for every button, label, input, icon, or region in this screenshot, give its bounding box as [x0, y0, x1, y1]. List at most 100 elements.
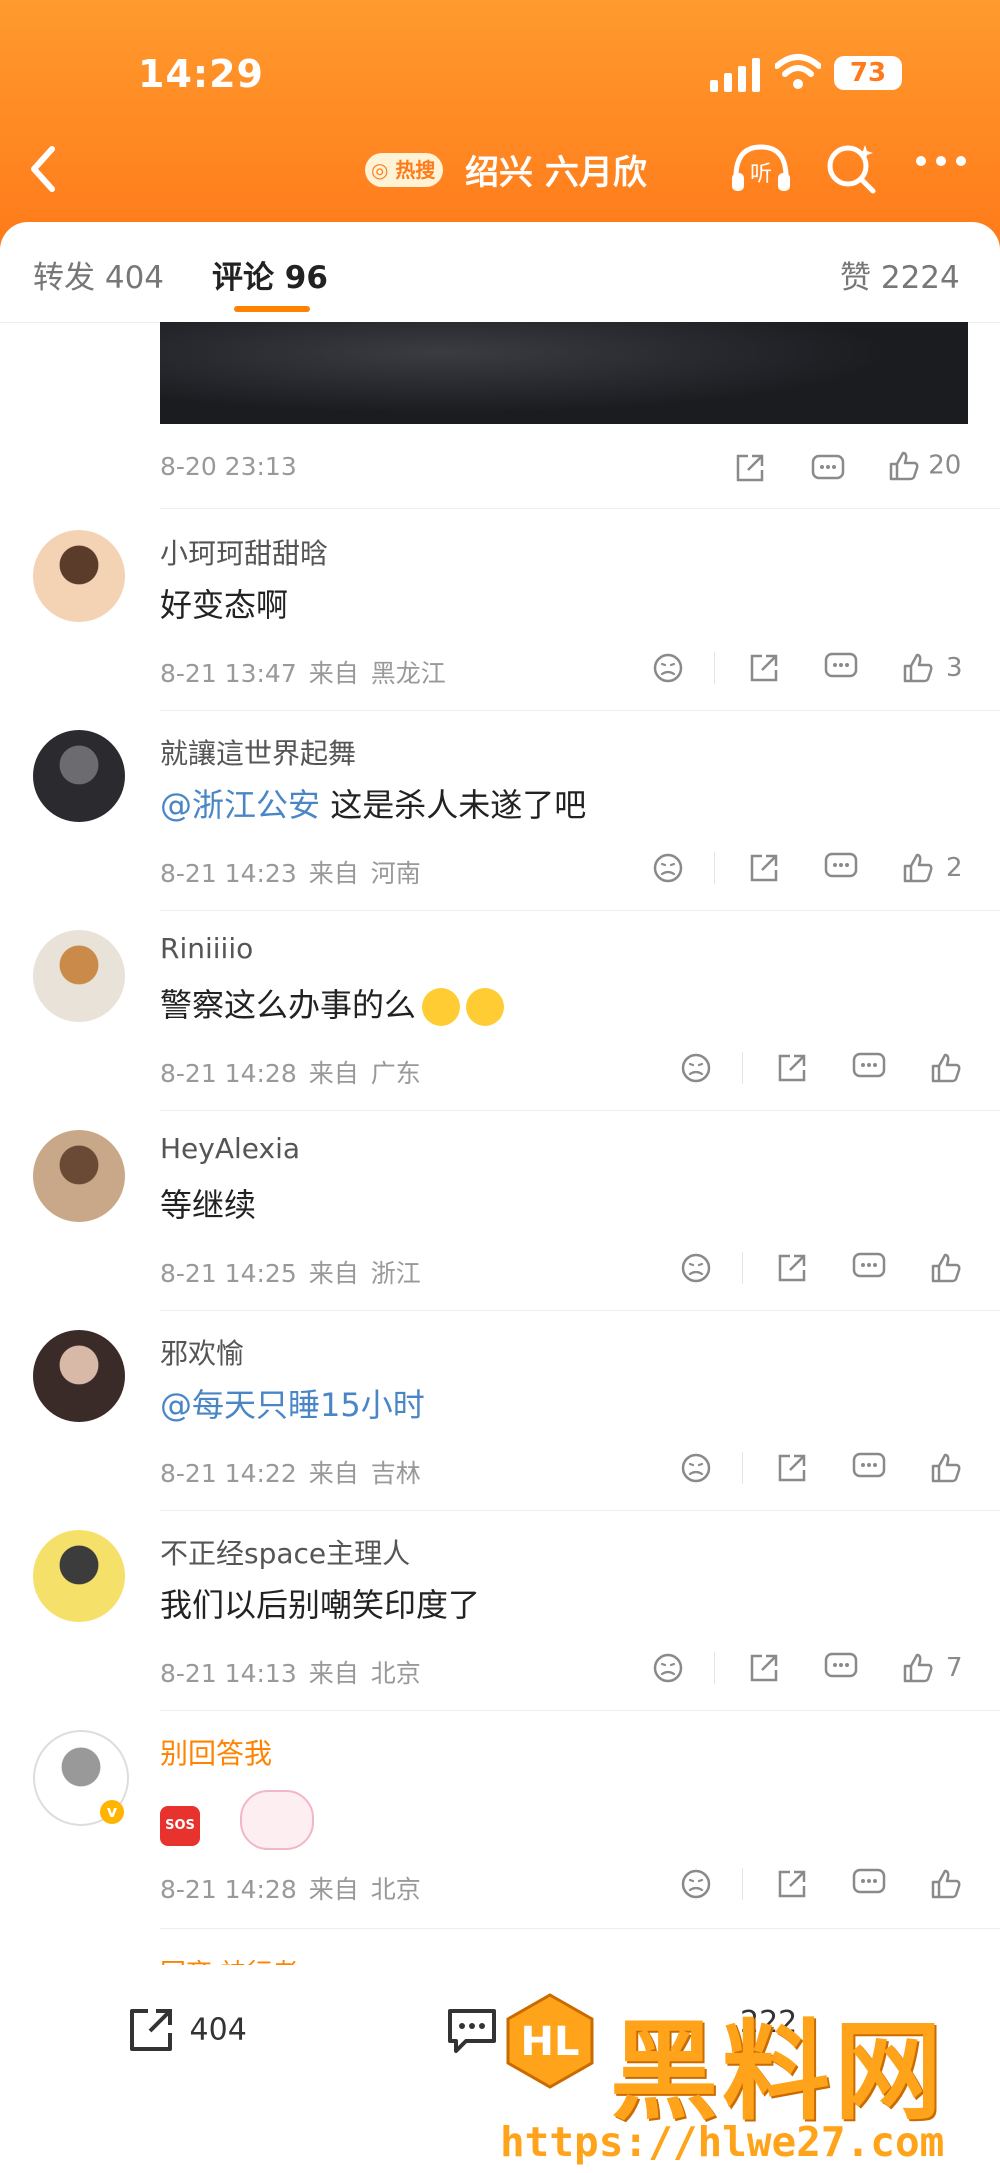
comment-username[interactable]: HeyAlexia	[160, 1132, 300, 1165]
comment-time: 8-21 14:13	[160, 1659, 297, 1688]
dislike-icon[interactable]	[680, 1452, 712, 1491]
share-icon[interactable]	[748, 852, 780, 891]
like-button[interactable]: 7	[902, 1652, 963, 1684]
comment-from: 来自	[308, 1459, 359, 1488]
comment-icon[interactable]	[852, 1452, 886, 1489]
dislike-icon[interactable]	[652, 652, 684, 691]
share-icon[interactable]	[734, 452, 766, 484]
comment-icon[interactable]	[824, 1652, 858, 1689]
like-count: 7	[946, 1652, 963, 1683]
comment-time: 8-21 14:28	[160, 1059, 297, 1088]
mention-link[interactable]: @每天只睡15小时	[160, 1386, 425, 1424]
like-count: 2	[946, 852, 963, 883]
watermark-logo-icon: HL	[506, 1993, 594, 2089]
comment-item[interactable]: 小珂珂甜甜晗 好变态啊 8-21 13:47 来自 黑龙江 3	[0, 530, 1000, 730]
search-button[interactable]	[825, 141, 879, 199]
comment-icon[interactable]	[852, 1052, 886, 1089]
status-time: 14:29	[138, 52, 264, 96]
magnifier-icon	[827, 145, 876, 194]
comment-meta: 8-21 14:22 来自 吉林	[160, 1454, 421, 1490]
watermark-url: https://hlwe27.com	[500, 2118, 945, 2166]
signal-icon	[710, 58, 760, 92]
nav-bar: ◎ 热搜 绍兴 六月欣 听	[0, 135, 1000, 205]
status-bar: 14:29 73	[0, 40, 1000, 100]
like-button[interactable]	[930, 1052, 962, 1084]
action-separator	[742, 1052, 743, 1084]
comment-username[interactable]: 就讓這世界起舞	[160, 732, 356, 772]
tab-comment[interactable]: 评论 96	[212, 252, 328, 297]
comment-meta: 8-21 14:25 来自 浙江	[160, 1254, 421, 1290]
avatar[interactable]	[33, 730, 125, 822]
share-icon[interactable]	[748, 1652, 780, 1691]
comment-body: 等继续	[160, 1186, 257, 1224]
action-separator	[714, 652, 715, 684]
comment-username[interactable]: 不正经space主理人	[160, 1532, 410, 1572]
share-icon[interactable]	[748, 652, 780, 691]
share-icon[interactable]	[776, 1252, 808, 1291]
share-icon[interactable]	[776, 1868, 808, 1907]
comment-icon[interactable]	[811, 454, 845, 484]
comment-icon[interactable]	[824, 852, 858, 889]
comment-item[interactable]: HeyAlexia 等继续 8-21 14:25 来自 浙江	[0, 1130, 1000, 1330]
post-like-count: 20	[928, 450, 962, 481]
battery-indicator: 73	[834, 56, 902, 90]
comment-item[interactable]: 邪欢愉 @每天只睡15小时 8-21 14:22 来自 吉林	[0, 1330, 1000, 1530]
comment-from: 来自	[308, 1659, 359, 1688]
like-button[interactable]	[930, 1868, 962, 1900]
comment-loc: 浙江	[370, 1259, 421, 1288]
comment-time: 8-21 14:22	[160, 1459, 297, 1488]
avatar[interactable]	[33, 1130, 125, 1222]
tab-repost[interactable]: 转发 404	[33, 252, 164, 297]
comment-item[interactable]: 不正经space主理人 我们以后别嘲笑印度了 8-21 14:13 来自 北京 7	[0, 1530, 1000, 1730]
comment-item[interactable]: Riniiiio 警察这么办事的么 8-21 14:28 来自 广东	[0, 930, 1000, 1130]
post-like-button[interactable]: 20	[888, 450, 961, 482]
divider	[160, 1928, 1000, 1929]
mention-link[interactable]: @浙江公安	[160, 786, 320, 824]
action-separator	[742, 1452, 743, 1484]
avatar[interactable]	[33, 1530, 125, 1622]
avatar[interactable]	[33, 1330, 125, 1422]
dislike-icon[interactable]	[652, 1652, 684, 1691]
topic-title[interactable]: 绍兴 六月欣	[465, 145, 647, 194]
comment-text: SOS	[160, 1790, 314, 1850]
like-button[interactable]	[930, 1452, 962, 1484]
hot-search-badge[interactable]: ◎ 热搜	[365, 153, 444, 187]
listen-button[interactable]: 听	[730, 141, 792, 199]
comment-text: @每天只睡15小时	[160, 1380, 425, 1426]
back-icon[interactable]	[28, 145, 58, 201]
tab-like[interactable]: 赞 2224	[840, 252, 960, 297]
comment-body: 好变态啊	[160, 586, 289, 624]
comment-time: 8-21 14:23	[160, 859, 297, 888]
comment-body: 这是杀人未遂了吧	[330, 786, 587, 824]
comment-item[interactable]: 就讓這世界起舞 @浙江公安 这是杀人未遂了吧 8-21 14:23 来自 河南 2	[0, 730, 1000, 930]
like-button[interactable]: 2	[902, 852, 963, 884]
avatar[interactable]	[33, 530, 125, 622]
search-icon: ◎	[371, 158, 389, 182]
action-separator	[742, 1868, 743, 1900]
comment-text: 警察这么办事的么	[160, 980, 505, 1026]
dislike-icon[interactable]	[680, 1252, 712, 1291]
headphone-icon: 听	[732, 144, 790, 191]
more-icon[interactable]	[915, 153, 967, 172]
dislike-icon[interactable]	[680, 1052, 712, 1091]
like-button[interactable]	[930, 1252, 962, 1284]
watermark: HL 黑料网 https://hlwe27.com	[500, 1985, 1000, 2173]
avatar[interactable]	[33, 930, 125, 1022]
comment-username[interactable]: 别回答我	[160, 1732, 272, 1772]
bottom-repost-button[interactable]: 404	[124, 2005, 247, 2057]
comment-username[interactable]: 小珂珂甜甜晗	[160, 532, 328, 572]
comment-meta: 8-21 13:47 来自 黑龙江	[160, 654, 446, 690]
comment-icon[interactable]	[852, 1868, 886, 1905]
like-button[interactable]: 3	[902, 652, 963, 684]
share-icon[interactable]	[776, 1052, 808, 1091]
comment-image[interactable]	[160, 322, 968, 424]
comment-username[interactable]: Riniiiio	[160, 932, 253, 965]
comment-username[interactable]: 邪欢愉	[160, 1332, 244, 1372]
comment-item[interactable]: v 别回答我 SOS 8-21 14:28 来自 北京	[0, 1730, 1000, 1930]
dislike-icon[interactable]	[652, 852, 684, 891]
comment-icon[interactable]	[824, 652, 858, 689]
comment-icon[interactable]	[852, 1252, 886, 1289]
dislike-icon[interactable]	[680, 1868, 712, 1907]
share-icon[interactable]	[776, 1452, 808, 1491]
thumbs-up-icon	[889, 451, 919, 481]
